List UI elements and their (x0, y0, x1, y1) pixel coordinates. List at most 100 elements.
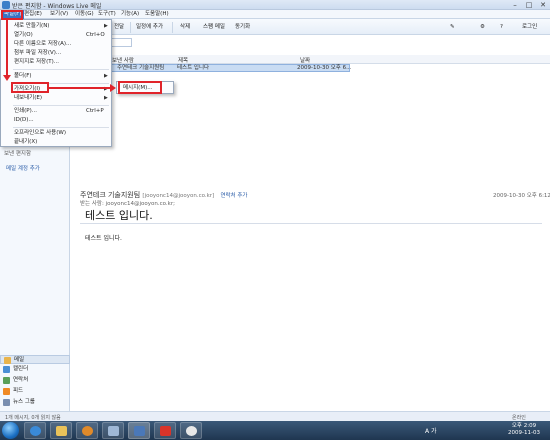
taskbar-ie[interactable] (24, 422, 46, 439)
nav-newsgroups[interactable]: 뉴스 그룹 (0, 398, 70, 407)
nav-calendar-label: 캘린더 (13, 366, 29, 372)
add-email-account-link[interactable]: 메일 계정 추가 (6, 164, 40, 172)
junk-button[interactable]: 스팸 메일 (203, 23, 225, 32)
annotation-arrow-head (3, 75, 11, 81)
annotation-arrow-line (49, 87, 111, 89)
ie-icon (30, 426, 41, 436)
taskbar-flash[interactable] (154, 422, 176, 439)
messenger-icon (186, 426, 197, 436)
submenu-arrow-icon: ▶ (104, 23, 108, 29)
message-body: 테스트 입니다. (85, 235, 122, 242)
menu-go[interactable]: 이동(G) (75, 10, 94, 19)
contacts-icon (3, 377, 10, 384)
column-date[interactable]: 날짜 (300, 56, 310, 64)
pen-icon[interactable]: ✎ (450, 23, 455, 32)
menu-folder[interactable]: 폴더(F) (14, 72, 32, 81)
minimize-button[interactable]: – (508, 0, 522, 10)
mail-icon (134, 426, 145, 436)
clock-date: 2009-11-03 (508, 430, 540, 436)
sent-folder[interactable]: 보낸 편지함 (4, 149, 31, 157)
add-contact-link[interactable]: 연락처 추가 (220, 193, 247, 199)
newsgroup-icon (3, 399, 10, 406)
menu-print[interactable]: 인쇄(P)... (14, 107, 37, 116)
start-button[interactable] (2, 422, 19, 439)
mail-icon (4, 357, 11, 364)
delete-button[interactable]: 삭제 (180, 23, 190, 32)
nav-feeds[interactable]: 피드 (0, 387, 70, 396)
shortcut-open: Ctrl+O (86, 32, 105, 38)
forward-button[interactable]: 전달 (114, 23, 124, 32)
system-clock[interactable]: 오후 2:09 2009-11-03 (508, 423, 540, 437)
menu-export[interactable]: 내보내기(E) (14, 94, 42, 103)
annotation-arrow-line (6, 20, 8, 78)
menu-tools[interactable]: 도구(T) (98, 10, 116, 19)
taskbar: A 가 오후 2:09 2009-11-03 (0, 421, 550, 440)
preview-date: 2009-10-30 오후 6:12 (493, 193, 550, 199)
menu-new[interactable]: 새로 만들기(N) (14, 22, 49, 31)
row-subject: 테스트 입니다 (177, 65, 210, 71)
taskbar-app[interactable] (102, 422, 124, 439)
preview-subject: 테스트 입니다. (85, 209, 153, 222)
message-list-header: 보낸 사람 제목 날짜 (70, 55, 550, 64)
sync-button[interactable]: 동기화 (235, 23, 250, 32)
divider (80, 223, 542, 224)
sender-name: 주연테크 기술지원팀 (80, 191, 141, 199)
flash-icon (160, 426, 171, 436)
nav-mail-label: 메일 (14, 357, 25, 363)
feed-icon (3, 388, 10, 395)
clock-time: 오후 2:09 (511, 423, 537, 429)
close-button[interactable]: ✕ (536, 0, 550, 10)
status-text: 1개 메시지, 0개 읽지 않음 (5, 415, 61, 421)
online-status: 온라인 (512, 415, 526, 421)
taskbar-explorer[interactable] (50, 422, 72, 439)
menu-identity[interactable]: ID(D)... (14, 116, 34, 125)
menu-save-stationery[interactable]: 편지지로 저장(T)... (14, 58, 59, 67)
taskbar-mediaplayer[interactable] (76, 422, 98, 439)
column-subject[interactable]: 제목 (178, 56, 188, 64)
column-from[interactable]: 보낸 사람 (112, 56, 134, 64)
menu-save-attachments[interactable]: 첨부 파일 저장(V)... (14, 49, 61, 58)
folder-icon (56, 426, 67, 436)
sign-in-button[interactable]: 로그인 (522, 23, 537, 32)
media-player-icon (82, 426, 93, 436)
nav-mail[interactable]: 메일 (0, 355, 70, 364)
menu-separator (13, 127, 109, 128)
table-row[interactable]: 주연테크 기술지원팀 테스트 입니다 2009-10-30 오후 6... (110, 64, 352, 72)
maximize-button[interactable]: □ (522, 0, 536, 10)
submenu-arrow-icon: ▶ (104, 95, 108, 101)
nav-feeds-label: 피드 (13, 388, 24, 394)
nav-contacts[interactable]: 연락처 (0, 376, 70, 385)
menu-separator (13, 69, 109, 70)
highlight-import-messages (118, 81, 162, 94)
menu-work-offline[interactable]: 오프라인으로 사용(W) (14, 129, 66, 138)
menu-view[interactable]: 보기(V) (50, 10, 68, 19)
taskbar-live-mail[interactable] (128, 422, 150, 439)
help-icon[interactable]: ? (500, 23, 503, 32)
shortcut-print: Ctrl+P (86, 108, 104, 114)
nav-calendar[interactable]: 캘린더 (0, 365, 70, 374)
window-icon (108, 426, 119, 436)
windows-live-mail-icon (2, 1, 10, 9)
title-bar: 받은 편지함 - Windows Live 메일 – □ ✕ (0, 0, 550, 10)
menu-save-as[interactable]: 다른 이름으로 저장(A)... (14, 40, 71, 49)
row-date: 2009-10-30 오후 6... (297, 65, 352, 71)
menu-separator (13, 105, 109, 106)
row-from: 주연테크 기술지원팀 (117, 65, 165, 71)
menu-bar: 파일(F) 편집(E) 보기(V) 이동(G) 도구(T) 기능(A) 도움말(… (0, 10, 550, 19)
menu-help[interactable]: 도움말(H) (145, 10, 169, 19)
toolbar-separator (172, 22, 173, 33)
taskbar-messenger[interactable] (180, 422, 202, 439)
ime-indicator[interactable]: A 가 (425, 426, 437, 435)
menu-exit[interactable]: 끝내기(X) (14, 138, 37, 147)
highlight-file-menu (1, 10, 23, 20)
menu-edit[interactable]: 편집(E) (24, 10, 42, 19)
menu-actions[interactable]: 기능(A) (121, 10, 139, 19)
settings-icon[interactable]: ⚙ (480, 23, 485, 32)
annotation-arrow-head (110, 84, 116, 92)
calendar-icon (3, 366, 10, 373)
menu-open[interactable]: 열기(O) (14, 31, 33, 40)
nav-newsgroups-label: 뉴스 그룹 (13, 399, 35, 405)
add-to-calendar-button[interactable]: 일정에 추가 (136, 23, 163, 32)
submenu-arrow-icon: ▶ (104, 73, 108, 79)
highlight-import (11, 82, 49, 93)
